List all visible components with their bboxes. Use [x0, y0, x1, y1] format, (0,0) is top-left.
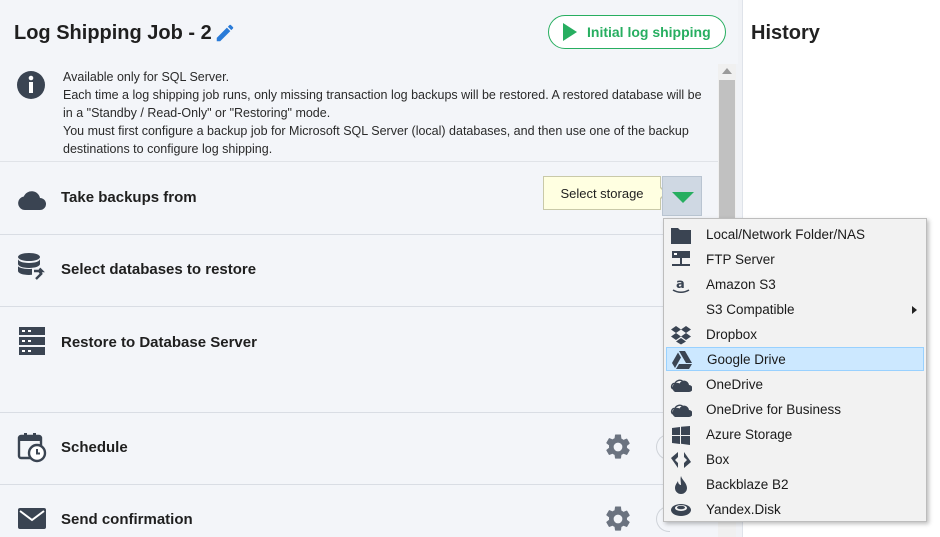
google-drive-icon: [672, 351, 692, 369]
envelope-icon: [18, 508, 46, 529]
submenu-arrow-icon: [912, 306, 917, 314]
section-send-confirmation[interactable]: Send confirmation: [0, 485, 718, 537]
yandex-disk-icon: [671, 504, 691, 516]
menu-item-label: OneDrive for Business: [706, 402, 842, 417]
menu-item-onedrive[interactable]: OneDrive: [666, 373, 924, 397]
info-icon: [17, 71, 45, 99]
menu-item-label: Google Drive: [707, 352, 786, 367]
scroll-up-arrow-icon[interactable]: [722, 68, 732, 74]
calendar-clock-icon: [17, 433, 47, 463]
ftp-server-icon: [672, 251, 690, 266]
section-select-databases[interactable]: Select databases to restore: [0, 235, 718, 307]
gear-icon[interactable]: [603, 504, 633, 534]
menu-item-label: S3 Compatible: [706, 302, 795, 317]
info-text: Available only for SQL Server. Each time…: [63, 68, 703, 158]
menu-item-label: FTP Server: [706, 252, 775, 267]
settings-scroll-area: Available only for SQL Server. Each time…: [0, 64, 738, 537]
onedrive-icon: [670, 379, 692, 392]
menu-item-backblaze[interactable]: Backblaze B2: [666, 473, 924, 497]
menu-item-ftp-server[interactable]: FTP Server: [666, 248, 924, 272]
job-title: Log Shipping Job - 2: [14, 22, 212, 44]
windows-icon: [672, 426, 690, 445]
menu-item-amazon-s3[interactable]: a Amazon S3: [666, 273, 924, 297]
server-icon: [19, 327, 45, 355]
initial-log-shipping-label: Initial log shipping: [587, 24, 711, 40]
menu-item-onedrive-business[interactable]: OneDrive for Business: [666, 398, 924, 422]
menu-item-label: Yandex.Disk: [706, 502, 781, 517]
info-line: Each time a log shipping job runs, only …: [63, 88, 702, 120]
box-icon: [671, 452, 691, 468]
info-line: You must first configure a backup job fo…: [63, 124, 689, 156]
folder-icon: [671, 228, 691, 244]
gear-icon[interactable]: [603, 432, 633, 462]
menu-item-local-folder[interactable]: Local/Network Folder/NAS: [666, 223, 924, 247]
menu-item-azure-storage[interactable]: Azure Storage: [666, 423, 924, 447]
storage-menu: Local/Network Folder/NAS FTP Server a Am…: [663, 218, 927, 522]
chevron-down-icon: [672, 192, 694, 203]
section-restore-server-label: Restore to Database Server: [61, 334, 257, 351]
menu-item-label: Dropbox: [706, 327, 758, 342]
pencil-icon[interactable]: [214, 22, 236, 44]
menu-item-dropbox[interactable]: Dropbox: [666, 323, 924, 347]
history-title: History: [751, 22, 820, 44]
cloud-icon: [18, 191, 46, 211]
backblaze-icon: [675, 476, 687, 494]
svg-text:a: a: [676, 277, 685, 292]
menu-item-google-drive[interactable]: Google Drive: [666, 347, 924, 371]
menu-item-label: Backblaze B2: [706, 477, 789, 492]
section-restore-server[interactable]: Restore to Database Server: [0, 307, 718, 413]
play-icon: [563, 23, 577, 41]
menu-item-yandex-disk[interactable]: Yandex.Disk: [666, 498, 924, 522]
menu-item-s3-compatible[interactable]: S3 Compatible: [666, 298, 924, 322]
menu-item-label: Amazon S3: [706, 277, 776, 292]
info-line: Available only for SQL Server.: [63, 70, 230, 84]
menu-item-label: Azure Storage: [706, 427, 793, 442]
menu-item-label: Box: [706, 452, 730, 467]
menu-item-label: Local/Network Folder/NAS: [706, 227, 866, 242]
section-send-confirmation-label: Send confirmation: [61, 511, 193, 528]
job-header: Log Shipping Job - 2 Initial log shippin…: [0, 0, 738, 64]
onedrive-business-icon: [670, 404, 692, 417]
section-take-backups-label: Take backups from: [61, 189, 197, 206]
select-storage-dropdown-button[interactable]: [662, 176, 702, 216]
menu-item-box[interactable]: Box: [666, 448, 924, 472]
initial-log-shipping-button[interactable]: Initial log shipping: [548, 15, 726, 49]
dropbox-icon: [671, 326, 691, 345]
amazon-icon: a: [672, 277, 690, 294]
section-schedule[interactable]: Schedule: [0, 413, 718, 485]
database-restore-icon: [18, 253, 45, 280]
select-storage-tooltip: Select storage: [543, 176, 661, 210]
section-select-databases-label: Select databases to restore: [61, 261, 257, 278]
menu-item-label: OneDrive: [706, 377, 764, 392]
section-schedule-label: Schedule: [61, 439, 128, 456]
info-box: Available only for SQL Server. Each time…: [0, 64, 718, 162]
